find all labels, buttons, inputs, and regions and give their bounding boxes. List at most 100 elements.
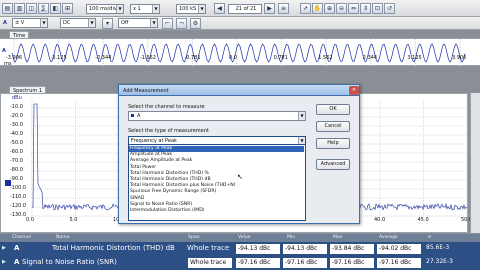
timebase-select[interactable]: 100 ms/div ▼ — [86, 4, 124, 14]
multiplier-value: x 1 — [133, 6, 141, 12]
time-tick-label: 3.906 — [452, 55, 467, 61]
spectrum-y-tick-label: -100.0 — [10, 185, 27, 191]
row-name: Total Harmonic Distortion (THD) dB — [52, 244, 175, 252]
measurement-option[interactable]: Average Amplitude at Peak — [130, 158, 192, 164]
dialog-title-bar: Add Measurement ✕ — [118, 84, 360, 96]
time-plot — [11, 39, 466, 67]
close-icon[interactable]: ✕ — [349, 86, 359, 95]
row-expand-icon[interactable]: ▶ — [2, 256, 6, 268]
table-row[interactable]: ▶ A Signal to Noise Ratio (SNR) Whole tr… — [0, 256, 480, 270]
row-expand-icon[interactable]: ▶ — [2, 242, 6, 254]
scale-icon[interactable]: ⊞ — [62, 3, 73, 14]
time-tick-label: 2.344 — [362, 55, 378, 61]
next-page-icon[interactable]: ▶ — [264, 3, 275, 14]
vertical-scrollbar[interactable] — [470, 93, 480, 233]
zoom-x-icon[interactable]: ⇔ — [348, 3, 359, 14]
chevron-down-icon: ▼ — [198, 5, 205, 13]
buffer-icon[interactable]: ≡ — [278, 3, 289, 14]
advanced-button[interactable]: Advanced — [316, 159, 350, 170]
time-grid — [13, 39, 461, 67]
measurement-option[interactable]: Total Power — [130, 165, 156, 171]
spectrum-y-tick-label: -40.0 — [10, 131, 23, 137]
row-span: Whole trace — [187, 257, 233, 269]
measurement-option[interactable]: Signal to Noise Ratio (SNR) — [130, 202, 192, 208]
math-icon[interactable]: ∑ — [38, 3, 49, 14]
range-value: ± V — [15, 20, 25, 26]
row-max: -97.16 dBc — [329, 257, 375, 269]
multiplier-select[interactable]: x 1 ▼ — [130, 4, 160, 14]
measurement-option[interactable]: SINAD — [130, 196, 144, 202]
time-tick-label: -3.125 — [50, 55, 67, 61]
channel-toolbar: A ± V ▼ DC ▼ ▾ Off ▼ ⌐ ¬ ⚙ — [0, 17, 480, 30]
row-average: -94.02 dBc — [376, 243, 422, 255]
trigger-mode-value: Off — [121, 20, 129, 26]
time-trace — [11, 43, 466, 63]
row-value: -94.13 dBc — [235, 243, 281, 255]
row-name: Signal to Noise Ratio (SNR) — [22, 258, 117, 266]
zoom-in-icon[interactable]: ⊕ — [324, 3, 335, 14]
spectrum-y-tick-label: -30.0 — [10, 122, 23, 128]
col-name: Name — [56, 235, 70, 240]
undo-zoom-icon[interactable]: ↺ — [384, 3, 395, 14]
previous-page-icon[interactable]: ◀ — [214, 3, 225, 14]
spectrum-mode-icon[interactable]: ▥ — [14, 3, 25, 14]
zoom-y-icon[interactable]: ⇕ — [360, 3, 371, 14]
hand-icon[interactable]: ✋ — [312, 3, 323, 14]
zoom-fit-icon[interactable]: ⊡ — [372, 3, 383, 14]
trigger-rising-icon[interactable]: ⌐ — [162, 18, 173, 29]
channel-options-icon[interactable]: ▾ — [102, 18, 113, 29]
spectrum-x-tick-label: 5.0 — [69, 217, 78, 223]
spectrum-y-tick-label: -20.0 — [10, 113, 23, 119]
row-value: -97.16 dBc — [235, 257, 281, 269]
row-sd: 85.6E-3 — [426, 244, 450, 251]
page-indicator: 21 of 21 — [228, 4, 262, 14]
spectrum-y-tick-label: -90.0 — [10, 176, 23, 182]
channel-select[interactable]: A ▼ — [128, 111, 306, 121]
samples-select[interactable]: 100 kS ▼ — [176, 4, 206, 14]
spectrum-unit: dBu — [12, 95, 22, 101]
timebase-value: 100 ms/div — [89, 6, 117, 12]
channel-prompt: Select the channel to measure — [128, 104, 205, 110]
spectrum-y-tick-label: -60.0 — [10, 149, 23, 155]
zoom-out-icon[interactable]: ⊖ — [336, 3, 347, 14]
time-channel-label: A — [2, 48, 6, 54]
row-average: -97.16 dBc — [376, 257, 422, 269]
ok-button[interactable]: OK — [316, 104, 350, 115]
measurement-option[interactable]: Total Harmonic Distortion (THD) % — [130, 171, 209, 177]
scope-mode-icon[interactable]: ▤ — [2, 3, 13, 14]
chevron-down-icon: ▼ — [88, 19, 95, 27]
range-select[interactable]: ± V ▼ — [12, 18, 48, 28]
col-average: Average — [379, 235, 398, 240]
channel-a-marker[interactable] — [5, 180, 11, 186]
col-max: Max — [333, 235, 343, 240]
measurement-option[interactable]: Spurious Free Dynamic Range (SFDR) — [130, 189, 216, 195]
col-channel: Channel — [12, 235, 31, 240]
coupling-select[interactable]: DC ▼ — [60, 18, 96, 28]
chevron-down-icon: ▼ — [298, 112, 305, 120]
table-row[interactable]: ▶ A Total Harmonic Distortion (THD) dB W… — [0, 242, 480, 256]
dialog-title: Add Measurement — [123, 88, 169, 94]
cancel-button[interactable]: Cancel — [316, 121, 350, 132]
row-sd: 27.32E-3 — [426, 258, 453, 265]
main-toolbar: ▤ ▥ ◫ ∑ ◧ ⊞ 100 ms/div ▼ x 1 ▼ 100 kS ▼ ◀ 2… — [0, 0, 480, 17]
row-channel: A — [14, 244, 20, 252]
chevron-down-icon: ▼ — [116, 5, 123, 13]
col-sd: σ — [428, 235, 431, 240]
time-tick-label: -2.344 — [95, 55, 112, 61]
time-axis-unit: ms — [4, 61, 12, 67]
trigger-mode-select[interactable]: Off ▼ — [118, 18, 158, 28]
trigger-advanced-icon[interactable]: ⚙ — [190, 18, 201, 29]
pointer-icon[interactable]: ➚ — [300, 3, 311, 14]
help-button[interactable]: Help — [316, 138, 350, 149]
time-tick-label: 0.781 — [273, 55, 288, 61]
trigger-falling-icon[interactable]: ¬ — [176, 18, 187, 29]
measurement-option[interactable]: Intermodulation Distortion (IMD) — [130, 208, 205, 214]
spectrum-x-tick-label: 45.0 — [417, 217, 429, 223]
type-prompt: Select the type of measurement — [128, 128, 209, 134]
channel-color-swatch — [131, 114, 134, 117]
row-min: -97.16 dBc — [282, 257, 328, 269]
persistence-mode-icon[interactable]: ◫ — [26, 3, 37, 14]
spectrum-y-tick-label: -10.0 — [10, 104, 23, 110]
reference-icon[interactable]: ◧ — [50, 3, 61, 14]
row-max: -93.84 dBc — [329, 243, 375, 255]
